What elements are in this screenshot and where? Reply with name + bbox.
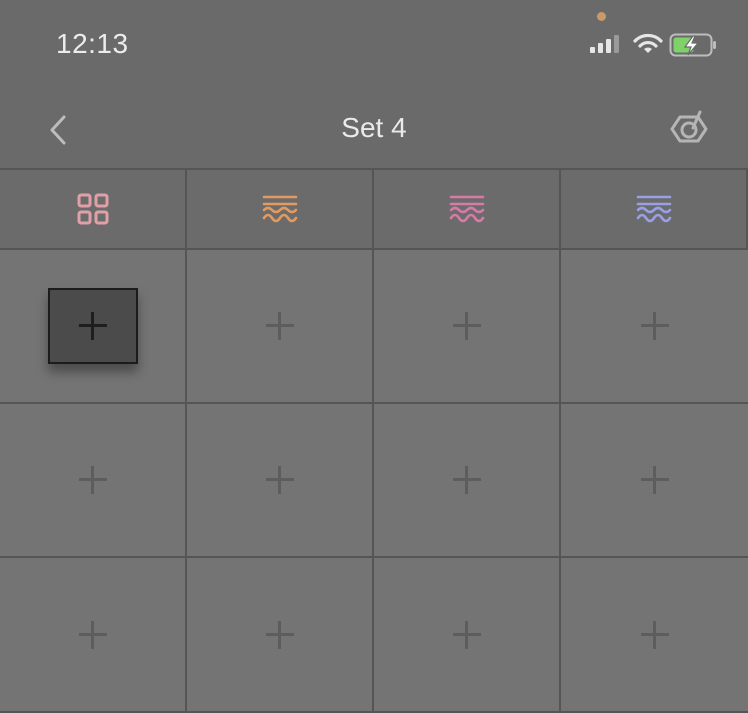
pad-r2-c3[interactable] [374, 404, 561, 558]
pad-r1-c2[interactable] [187, 250, 374, 404]
pad-r2-c2[interactable] [187, 404, 374, 558]
plus-icon [452, 465, 482, 495]
pad-r3-c1[interactable] [0, 558, 187, 713]
wave-pink-icon [449, 195, 484, 223]
pad-r3-c2[interactable] [187, 558, 374, 713]
signal-icon [590, 35, 619, 53]
app-logo-icon [670, 110, 708, 143]
selected-pad-button[interactable] [47, 288, 138, 364]
plus-icon [78, 465, 108, 495]
tab-wave-pink[interactable] [374, 168, 561, 250]
pad-r2-c4[interactable] [561, 404, 748, 558]
plus-icon [640, 620, 670, 650]
status-time: 12:13 [56, 28, 129, 59]
tab-wave-orange[interactable] [187, 168, 374, 250]
wave-orange-icon [262, 195, 297, 223]
pad-r1-c4[interactable] [561, 250, 748, 404]
plus-icon [265, 311, 295, 341]
status-bar: 12:13 [0, 0, 748, 90]
plus-icon [640, 311, 670, 341]
plus-icon [640, 465, 670, 495]
pad-r1-c3[interactable] [374, 250, 561, 404]
plus-icon [78, 311, 108, 341]
tab-grid[interactable] [0, 168, 187, 250]
pad-r1-c1[interactable] [0, 250, 187, 404]
plus-icon [265, 620, 295, 650]
plus-icon [452, 620, 482, 650]
page-title: Set 4 [341, 112, 407, 143]
pad-grid [0, 168, 748, 713]
nav-bar: Set 4 [0, 90, 748, 168]
app-logo-button[interactable] [668, 108, 710, 150]
privacy-indicator-dot [597, 12, 606, 21]
grid-icon [77, 193, 108, 225]
wifi-icon [633, 33, 663, 53]
battery-charging-icon [669, 33, 716, 57]
plus-icon [78, 620, 108, 650]
plus-icon [452, 311, 482, 341]
plus-icon [265, 465, 295, 495]
wave-blue-icon [636, 195, 671, 223]
screen: 12:13 Set 4 [0, 0, 748, 713]
pad-r3-c3[interactable] [374, 558, 561, 713]
pad-r2-c1[interactable] [0, 404, 187, 558]
pad-r3-c4[interactable] [561, 558, 748, 713]
tab-wave-blue[interactable] [561, 168, 748, 250]
